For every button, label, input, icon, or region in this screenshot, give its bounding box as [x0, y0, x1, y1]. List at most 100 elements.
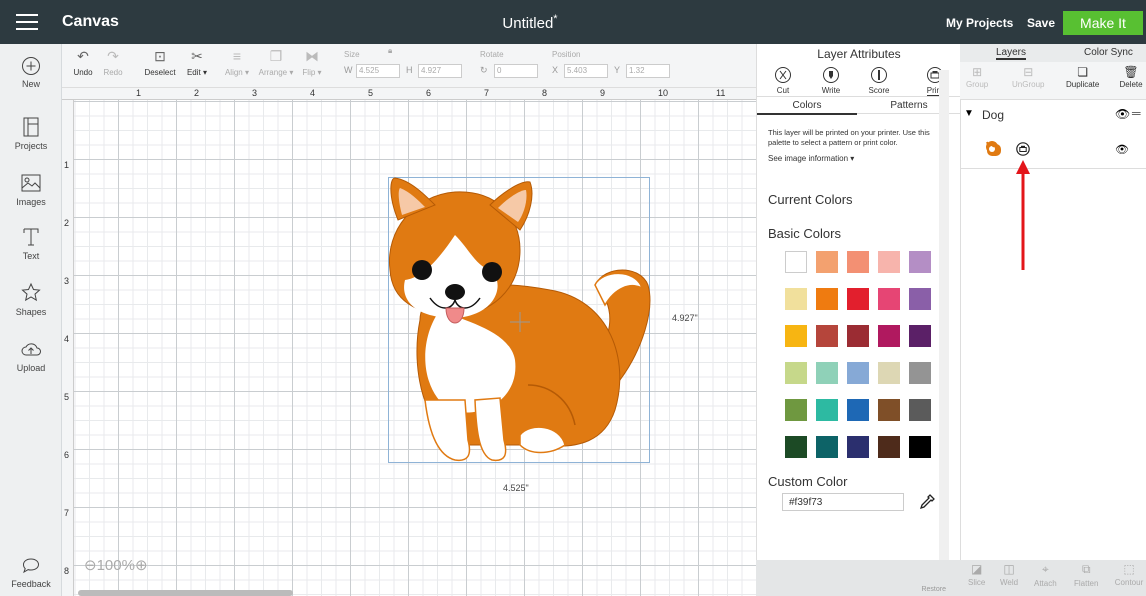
color-swatch[interactable] [785, 288, 807, 310]
eyedropper-icon[interactable] [917, 492, 937, 517]
see-image-information-link[interactable]: See image information ▾ [768, 154, 854, 163]
align-button[interactable]: ≡ Align ▾ [222, 48, 252, 77]
projects-icon [23, 117, 39, 137]
height-input[interactable]: 4.927 [418, 64, 462, 78]
undo-button[interactable]: ↶ Undo [70, 48, 96, 77]
color-swatch[interactable] [878, 251, 900, 273]
y-input[interactable]: 1.32 [626, 64, 670, 78]
sidebar-item-new[interactable]: New [0, 56, 62, 89]
chat-bubble-icon [22, 558, 40, 574]
cut-icon [775, 67, 791, 83]
color-swatch[interactable] [909, 362, 931, 384]
printer-icon[interactable] [1016, 142, 1030, 156]
slice-button[interactable]: ◪ Slice [968, 562, 985, 587]
color-swatch[interactable] [847, 362, 869, 384]
layer-group-row[interactable]: ▼ Dog 👁︎ ═ [960, 104, 1146, 128]
flatten-button[interactable]: ⧉ Flatten [1074, 562, 1098, 588]
x-input[interactable]: 5.403 [564, 64, 608, 78]
attach-icon: ⌖ [1041, 562, 1049, 576]
sidebar-item-upload[interactable]: Upload [0, 340, 62, 373]
color-swatch[interactable] [878, 288, 900, 310]
save-link[interactable]: Save [1027, 16, 1055, 30]
color-swatch[interactable] [909, 288, 931, 310]
attach-button[interactable]: ⌖ Attach [1034, 562, 1057, 588]
color-swatch[interactable] [816, 436, 838, 458]
arrange-button[interactable]: ❐ Arrange ▾ [256, 48, 296, 77]
color-swatch[interactable] [878, 362, 900, 384]
color-swatch[interactable] [816, 325, 838, 347]
color-swatch[interactable] [785, 436, 807, 458]
color-swatch[interactable] [816, 399, 838, 421]
color-swatch[interactable] [785, 362, 807, 384]
write-button[interactable]: Write [811, 66, 851, 95]
x-label: X [552, 65, 559, 75]
move-crosshair-icon[interactable] [510, 312, 530, 332]
deselect-button[interactable]: ⊡ Deselect [142, 48, 178, 77]
layer-attributes-panel: Layer Attributes Cut Write Score Print C… [756, 44, 961, 596]
color-swatch[interactable] [785, 399, 807, 421]
my-projects-link[interactable]: My Projects [946, 16, 1013, 30]
color-swatch[interactable] [816, 362, 838, 384]
top-bar: Canvas Untitled* My Projects Save Make I… [0, 0, 1146, 44]
flip-icon: ⧓ [305, 48, 319, 64]
score-button[interactable]: Score [859, 66, 899, 95]
zoom-in-icon[interactable]: ⊕ [135, 557, 148, 574]
color-swatch[interactable] [847, 399, 869, 421]
color-swatch[interactable] [816, 251, 838, 273]
color-swatch[interactable] [909, 325, 931, 347]
color-swatch[interactable] [878, 436, 900, 458]
color-swatch[interactable] [847, 325, 869, 347]
sidebar-item-images[interactable]: Images [0, 172, 62, 207]
color-swatch[interactable] [878, 399, 900, 421]
sidebar-item-projects[interactable]: Projects [0, 116, 62, 151]
edit-button[interactable]: ✂ Edit ▾ [182, 48, 212, 77]
lock-icon[interactable]: 🔒︎ [388, 46, 392, 56]
rotate-input[interactable]: 0 [494, 64, 538, 78]
expand-triangle-icon[interactable]: ▼ [964, 108, 974, 119]
contour-button[interactable]: ⬚ Contour [1112, 562, 1146, 587]
height-label: H [406, 65, 413, 75]
left-sidebar: New Projects Images Text Shapes Upload F… [0, 44, 62, 596]
cut-button[interactable]: Cut [763, 66, 803, 95]
sidebar-label-upload: Upload [16, 363, 46, 373]
color-swatch[interactable] [909, 251, 931, 273]
sidebar-item-text[interactable]: Text [0, 226, 62, 261]
ungroup-button[interactable]: ⊟ UnGroup [1012, 65, 1044, 89]
color-swatch[interactable] [909, 399, 931, 421]
horizontal-scrollbar[interactable] [78, 590, 293, 596]
delete-button[interactable]: 🗑︎ Delete [1116, 65, 1146, 89]
zoom-out-icon[interactable]: ⊖ [84, 557, 97, 574]
drag-handle-icon[interactable]: ═ [1132, 106, 1141, 120]
weld-button[interactable]: ◫ Weld [1000, 562, 1018, 587]
restore-link[interactable]: Restore [921, 586, 946, 593]
ruler-number: 11 [716, 88, 726, 98]
color-swatch[interactable] [847, 288, 869, 310]
color-swatch[interactable] [878, 325, 900, 347]
eye-icon[interactable]: 👁︎ [1115, 143, 1129, 156]
make-it-button[interactable]: Make It [1063, 11, 1143, 35]
layer-row[interactable]: 👁︎ [960, 133, 1146, 169]
attributes-scrollbar[interactable] [939, 70, 949, 560]
color-swatch[interactable] [816, 288, 838, 310]
sidebar-item-feedback[interactable]: Feedback [0, 556, 62, 589]
eye-icon[interactable]: 👁︎ [1115, 107, 1130, 121]
color-swatch[interactable] [847, 436, 869, 458]
tab-color-sync[interactable]: Color Sync [1084, 47, 1133, 58]
group-button[interactable]: ⊞ Group [966, 65, 988, 89]
tab-colors[interactable]: Colors [757, 100, 857, 115]
ruler-left: 1 2 3 4 5 6 7 8 [62, 100, 74, 596]
document-title[interactable]: Untitled* [0, 13, 1060, 32]
redo-button[interactable]: ↷ Redo [100, 48, 126, 77]
color-swatch[interactable] [847, 251, 869, 273]
color-swatch[interactable] [785, 325, 807, 347]
color-swatch[interactable] [909, 436, 931, 458]
color-swatch[interactable] [785, 251, 807, 273]
flip-button[interactable]: ⧓ Flip ▾ [300, 48, 324, 77]
deselect-icon: ⊡ [154, 48, 166, 64]
print-button[interactable]: Print [915, 66, 955, 96]
tab-layers[interactable]: Layers [996, 47, 1027, 60]
width-input[interactable]: 4.525 [356, 64, 400, 78]
custom-color-hex-input[interactable]: #f39f73 [782, 493, 904, 511]
sidebar-item-shapes[interactable]: Shapes [0, 282, 62, 317]
duplicate-button[interactable]: ❏ Duplicate [1066, 65, 1099, 89]
